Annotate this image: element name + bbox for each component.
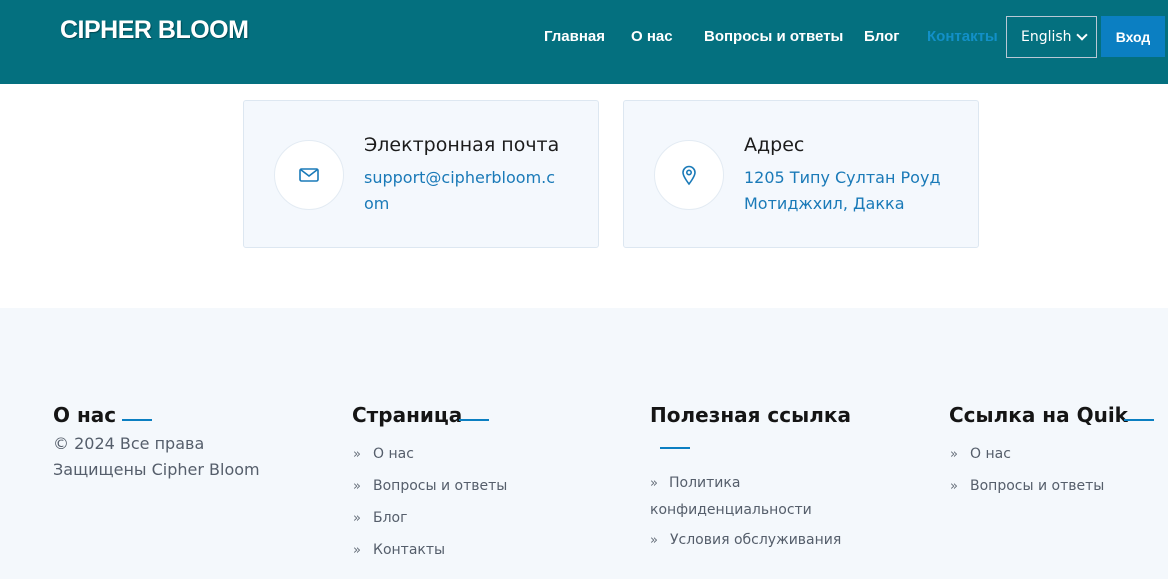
- double-chevron-right-icon: »: [650, 476, 658, 491]
- login-button[interactable]: Вход: [1101, 16, 1165, 57]
- double-chevron-right-icon: »: [353, 542, 361, 558]
- footer-useful-title: Полезная ссылка: [650, 403, 851, 427]
- nav-home[interactable]: Главная: [544, 28, 605, 46]
- double-chevron-right-icon: »: [650, 532, 658, 548]
- footer-quick-link-about[interactable]: » О нас: [950, 446, 1011, 462]
- language-select[interactable]: English: [1006, 16, 1097, 58]
- footer-quick-underline: [1124, 419, 1154, 421]
- footer-pages-title: Страница: [352, 403, 463, 427]
- nav-blog[interactable]: Блог: [864, 28, 900, 46]
- site-logo[interactable]: CIPHER BLOOM: [60, 16, 249, 45]
- copyright-line-2: Защищены Cipher Bloom: [53, 460, 260, 479]
- footer-link-privacy[interactable]: » Политика конфиденциальности: [650, 470, 820, 523]
- footer-link-about[interactable]: » О нас: [353, 446, 414, 462]
- copyright-line-1: © 2024 Все права: [53, 434, 205, 453]
- double-chevron-right-icon: »: [353, 478, 361, 494]
- double-chevron-right-icon: »: [353, 510, 361, 526]
- footer-link-terms[interactable]: » Условия обслуживания: [650, 532, 841, 548]
- footer-link-blog[interactable]: » Блог: [353, 510, 407, 526]
- address-line-2: Мотиджхил, Дакка: [744, 194, 905, 213]
- address-card: Адрес 1205 Типу Султан Роуд Мотиджхил, Д…: [623, 100, 979, 248]
- chevron-down-icon: [1076, 29, 1088, 41]
- double-chevron-right-icon: »: [950, 478, 958, 494]
- footer-useful-underline: [660, 447, 690, 449]
- double-chevron-right-icon: »: [353, 446, 361, 462]
- footer-link-contacts[interactable]: » Контакты: [353, 542, 445, 558]
- nav-faq[interactable]: Вопросы и ответы: [704, 28, 843, 46]
- footer-about-text: © 2024 Все права Защищены Cipher Bloom: [53, 431, 260, 483]
- footer-link-faq[interactable]: » Вопросы и ответы: [353, 478, 507, 494]
- envelope-icon: [274, 140, 344, 210]
- footer-pages-underline: [459, 419, 489, 421]
- email-address-link[interactable]: support@cipherbloom.com: [364, 165, 564, 217]
- footer-quick-link-faq[interactable]: » Вопросы и ответы: [950, 478, 1104, 494]
- site-footer: О нас © 2024 Все права Защищены Cipher B…: [0, 308, 1168, 579]
- footer-about-underline: [122, 419, 152, 421]
- address-text: 1205 Типу Султан Роуд Мотиджхил, Дакка: [744, 165, 944, 217]
- email-card-title: Электронная почта: [364, 134, 560, 156]
- email-card: Электронная почта support@cipherbloom.co…: [243, 100, 599, 248]
- double-chevron-right-icon: »: [950, 446, 958, 462]
- language-select-value: English: [1021, 29, 1072, 45]
- top-navbar: CIPHER BLOOM Главная О нас Вопросы и отв…: [0, 0, 1168, 84]
- address-card-title: Адрес: [744, 134, 805, 156]
- address-line-1: 1205 Типу Султан Роуд: [744, 168, 941, 187]
- nav-contacts[interactable]: Контакты: [927, 28, 998, 46]
- map-pin-icon: [654, 140, 724, 210]
- footer-about-title: О нас: [53, 403, 117, 427]
- footer-quick-title: Ссылка на Quik: [949, 403, 1128, 427]
- nav-about[interactable]: О нас: [631, 28, 673, 46]
